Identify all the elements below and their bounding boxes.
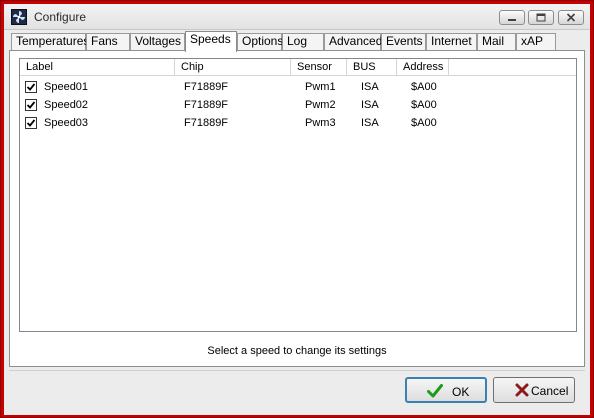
tab-temperatures[interactable]: Temperatures: [11, 33, 89, 50]
title-bar[interactable]: Configure: [4, 4, 590, 30]
speeds-list[interactable]: Label Chip Sensor BUS Address Speed01 F7…: [19, 58, 577, 332]
cancel-button-label: Cancel: [531, 384, 569, 398]
speed-bus: ISA: [361, 81, 379, 93]
minimize-button[interactable]: [499, 10, 525, 25]
speed-label: Speed02: [44, 99, 89, 111]
maximize-button[interactable]: [528, 10, 554, 25]
list-item[interactable]: Speed03 F71889F Pwm3 ISA $A00: [20, 114, 576, 132]
tab-mail[interactable]: Mail: [477, 33, 516, 50]
speed-address: $A00: [411, 99, 437, 111]
ok-button[interactable]: OK: [405, 377, 487, 403]
checkmark-icon: [26, 119, 36, 127]
speed-address: $A00: [411, 117, 437, 129]
dialog-client-area: Temperatures Fans Voltages Speeds Option…: [4, 30, 590, 415]
enable-checkbox[interactable]: [25, 99, 37, 111]
checkmark-icon: [26, 101, 36, 109]
speed-bus: ISA: [361, 99, 379, 111]
tab-advanced[interactable]: Advanced: [324, 33, 382, 50]
list-item[interactable]: Speed02 F71889F Pwm2 ISA $A00: [20, 96, 576, 114]
checkmark-icon: [26, 83, 36, 91]
speeds-tab-panel: Label Chip Sensor BUS Address Speed01 F7…: [9, 50, 585, 367]
maximize-icon: [536, 13, 546, 22]
tab-voltages[interactable]: Voltages: [130, 33, 185, 50]
tab-fans[interactable]: Fans: [86, 33, 130, 50]
column-header-chip[interactable]: Chip: [175, 59, 291, 76]
column-header-address[interactable]: Address: [397, 59, 449, 76]
speed-chip: F71889F: [184, 99, 229, 111]
speed-bus: ISA: [361, 117, 379, 129]
cancel-button[interactable]: Cancel: [493, 377, 575, 403]
list-header: Label Chip Sensor BUS Address: [20, 59, 576, 76]
speed-label: Speed03: [44, 117, 89, 129]
selection-hint: Select a speed to change its settings: [207, 345, 387, 357]
tab-events[interactable]: Events: [381, 33, 426, 50]
app-icon: [11, 9, 27, 25]
tab-internet[interactable]: Internet: [426, 33, 477, 50]
tab-xap[interactable]: xAP: [516, 33, 556, 50]
enable-checkbox[interactable]: [25, 117, 37, 129]
speed-sensor: Pwm1: [305, 81, 336, 93]
speed-chip: F71889F: [184, 81, 229, 93]
enable-checkbox[interactable]: [25, 81, 37, 93]
footer-divider: [9, 370, 585, 371]
tab-options[interactable]: Options: [237, 33, 283, 50]
speed-label: Speed01: [44, 81, 89, 93]
ok-button-label: OK: [452, 385, 470, 399]
cross-icon: [515, 383, 529, 397]
close-icon: [566, 13, 576, 22]
speed-address: $A00: [411, 81, 437, 93]
column-header-sensor[interactable]: Sensor: [291, 59, 347, 76]
window-title: Configure: [34, 10, 87, 24]
speed-sensor: Pwm2: [305, 99, 336, 111]
tab-strip: Temperatures Fans Voltages Speeds Option…: [11, 31, 571, 52]
column-header-bus[interactable]: BUS: [347, 59, 397, 76]
tab-speeds[interactable]: Speeds: [185, 31, 237, 52]
checkmark-icon: [427, 384, 443, 398]
speed-sensor: Pwm3: [305, 117, 336, 129]
configure-window: Configure Temperatures Fans Voltages Spe…: [0, 0, 594, 418]
column-header-label[interactable]: Label: [20, 59, 175, 76]
tab-log[interactable]: Log: [282, 33, 324, 50]
close-button[interactable]: [558, 10, 584, 25]
list-item[interactable]: Speed01 F71889F Pwm1 ISA $A00: [20, 78, 576, 96]
speed-chip: F71889F: [184, 117, 229, 129]
minimize-icon: [508, 19, 516, 21]
